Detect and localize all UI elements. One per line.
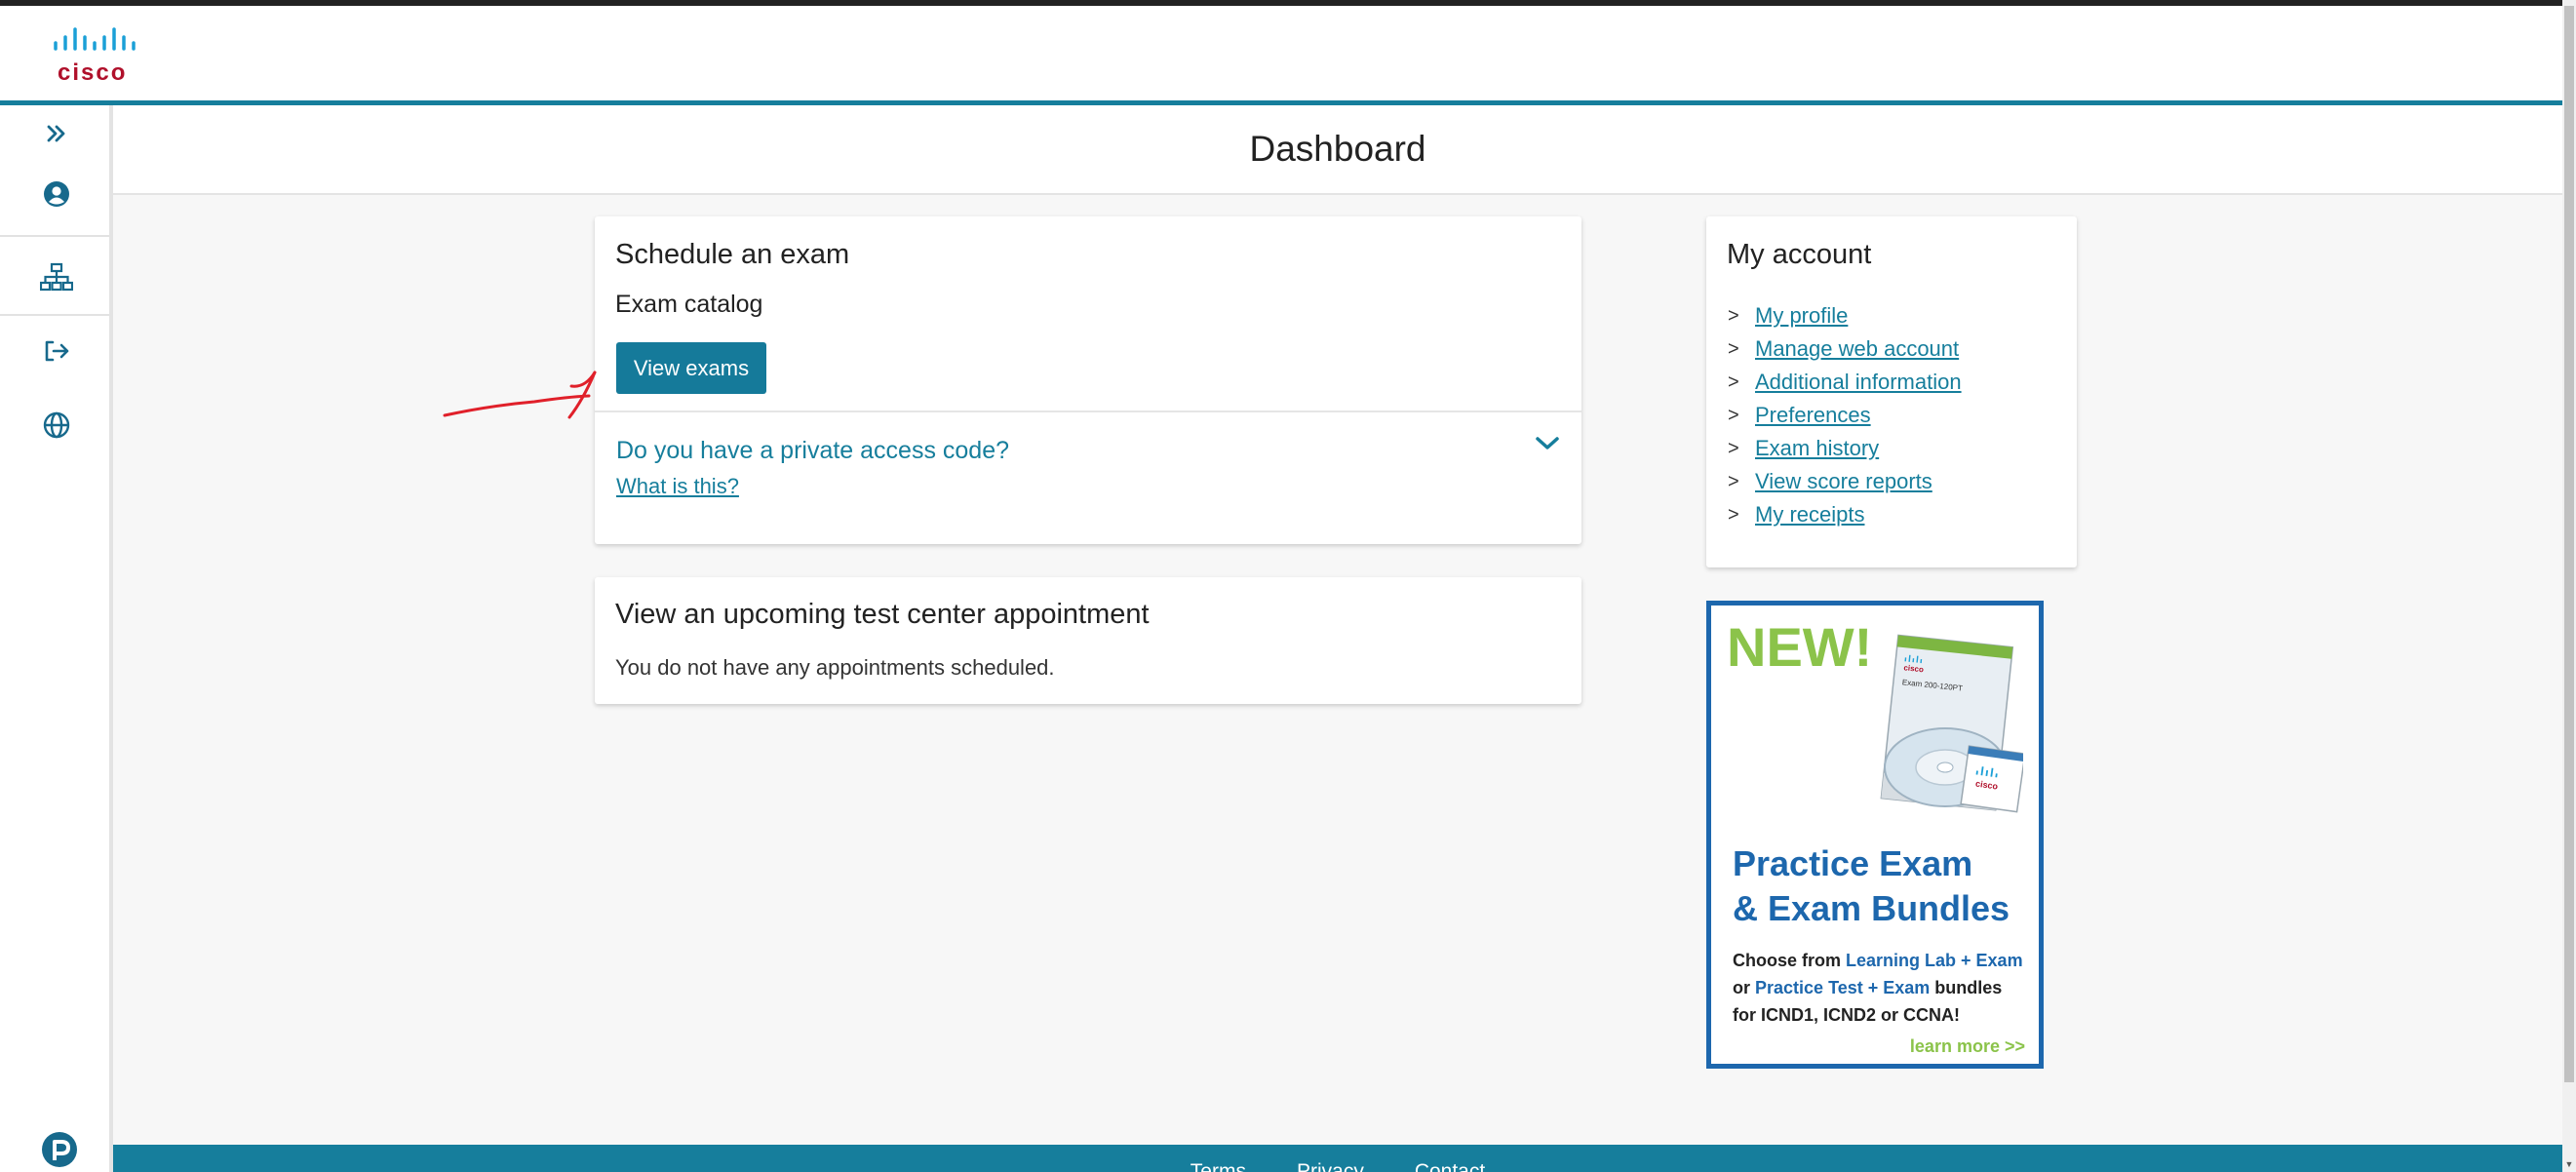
- list-item: > Additional information: [1728, 366, 1962, 399]
- list-item: > View score reports: [1728, 465, 1962, 498]
- sidebar-language-button[interactable]: [27, 400, 86, 450]
- schedule-exam-heading: Schedule an exam: [615, 239, 850, 270]
- appointment-heading: View an upcoming test center appointment: [615, 599, 1150, 630]
- exam-catalog-label: Exam catalog: [615, 291, 763, 318]
- what-is-this-link[interactable]: What is this?: [616, 474, 739, 499]
- list-item: > My receipts: [1728, 498, 1962, 531]
- top-bar: cisco: [0, 0, 2562, 105]
- pearson-logo-icon[interactable]: [41, 1131, 78, 1168]
- chevron-right-icon: >: [1728, 371, 1739, 393]
- promo-new-badge: NEW!: [1727, 616, 1873, 678]
- scrollbar-thumb[interactable]: [2564, 6, 2574, 1082]
- cisco-bridge-logo-icon: [54, 27, 136, 51]
- scroll-down-arrow-icon[interactable]: ▼: [2563, 1158, 2575, 1170]
- footer-privacy-link[interactable]: Privacy: [1297, 1160, 1364, 1172]
- double-chevron-right-icon: [47, 125, 65, 142]
- chevron-down-icon[interactable]: [1535, 434, 1560, 453]
- page-title: Dashboard: [1249, 129, 1426, 169]
- sidebar-expand-button[interactable]: [27, 108, 86, 159]
- my-account-heading: My account: [1727, 239, 1872, 270]
- promo-text: Choose from: [1733, 951, 1847, 970]
- view-exams-button[interactable]: View exams: [616, 342, 766, 394]
- my-profile-link[interactable]: My profile: [1755, 303, 1848, 329]
- footer-contact-link[interactable]: Contact: [1415, 1160, 1485, 1172]
- chevron-right-icon: >: [1728, 503, 1739, 526]
- annotation-arrow: [443, 371, 597, 419]
- sidebar-account-button[interactable]: [27, 169, 86, 219]
- chevron-right-icon: >: [1728, 470, 1739, 492]
- list-item: > Exam history: [1728, 432, 1962, 465]
- footer: Terms Privacy Contact: [113, 1145, 2562, 1172]
- sidebar-sign-out-button[interactable]: [27, 326, 86, 376]
- page-title-bar: Dashboard: [113, 105, 2562, 195]
- upcoming-appointment-card: View an upcoming test center appointment…: [595, 577, 1581, 704]
- manage-web-account-link[interactable]: Manage web account: [1755, 336, 1959, 362]
- exam-history-link[interactable]: Exam history: [1755, 436, 1879, 461]
- promo-text: or: [1733, 978, 1756, 997]
- promo-body-line3: for ICND1, ICND2 or CCNA!: [1733, 1005, 1961, 1025]
- sidebar-divider: [0, 235, 109, 237]
- schedule-exam-card: Schedule an exam Exam catalog View exams…: [595, 216, 1581, 544]
- sidebar-sitemap-button[interactable]: [27, 252, 86, 302]
- chevron-right-icon: >: [1728, 404, 1739, 426]
- sign-out-icon: [45, 340, 69, 362]
- preferences-link[interactable]: Preferences: [1755, 403, 1871, 428]
- promo-practice-test-text: Practice Test + Exam: [1755, 978, 1931, 997]
- my-receipts-link[interactable]: My receipts: [1755, 502, 1864, 527]
- promo-text: bundles: [1930, 978, 2003, 997]
- promo-body-line1: Choose from Learning Lab + Exam: [1733, 951, 2023, 971]
- private-access-code-toggle[interactable]: Do you have a private access code?: [616, 437, 1009, 465]
- promo-headline-line2: & Exam Bundles: [1733, 888, 2010, 928]
- practice-exam-promo-banner[interactable]: NEW! cisco Exam 200-120PT cisco Practice…: [1706, 601, 2044, 1069]
- list-item: > Preferences: [1728, 399, 1962, 432]
- cisco-wordmark: cisco: [58, 59, 128, 86]
- user-circle-icon: [44, 181, 69, 207]
- promo-body-line2: or Practice Test + Exam bundles: [1733, 978, 2002, 998]
- no-appointments-message: You do not have any appointments schedul…: [615, 655, 1055, 680]
- exam-book-disc-image: cisco Exam 200-120PT cisco: [1880, 634, 2023, 813]
- chevron-right-icon: >: [1728, 437, 1739, 459]
- list-item: > Manage web account: [1728, 332, 1962, 366]
- my-account-card: My account > My profile > Manage web accou…: [1706, 216, 2077, 567]
- chevron-right-icon: >: [1728, 337, 1739, 360]
- globe-icon: [43, 411, 70, 439]
- cisco-logo[interactable]: cisco: [51, 27, 148, 90]
- promo-learning-lab-text: Learning Lab + Exam: [1846, 951, 2023, 970]
- additional-information-link[interactable]: Additional information: [1755, 370, 1962, 395]
- card-divider: [595, 410, 1581, 412]
- sitemap-icon: [40, 262, 73, 292]
- list-item: > My profile: [1728, 299, 1962, 332]
- account-links-list: > My profile > Manage web account > Additio…: [1728, 299, 1962, 531]
- sidebar-divider: [0, 314, 109, 316]
- footer-terms-link[interactable]: Terms: [1190, 1160, 1246, 1172]
- promo-headline-line1: Practice Exam: [1733, 843, 1973, 883]
- sidebar: [0, 105, 113, 1172]
- promo-learn-more-link[interactable]: learn more >>: [1910, 1036, 2025, 1057]
- chevron-right-icon: >: [1728, 304, 1739, 327]
- view-score-reports-link[interactable]: View score reports: [1755, 469, 1932, 494]
